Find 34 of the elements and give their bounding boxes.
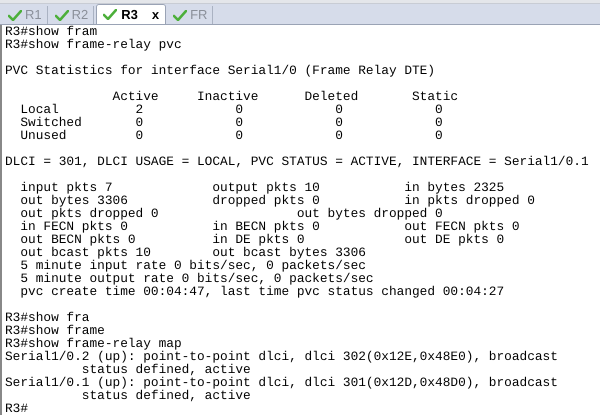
tab[interactable]: R1 <box>3 6 48 24</box>
terminal-line: in FECN pkts 0 in BECN pkts 0 out FECN pkts 0 <box>19 220 520 233</box>
terminal-line: 5 minute input rate 0 bits/sec, 0 packets/sec <box>19 259 366 272</box>
terminal-line: status defined, active <box>82 363 251 376</box>
terminal-line: Unused 0 0 0 0 <box>19 129 443 142</box>
terminal-line: R3#show frame-relay map <box>5 337 182 350</box>
terminal-line: Serial1/0.2 (up): point-to-point dlci, dlci 302(0x12E,0x48E0), broadcast <box>5 350 558 363</box>
terminal-line: out pkts dropped 0 out bytes dropped 0 <box>19 207 443 220</box>
terminal-line: Switched 0 0 0 0 <box>19 116 443 129</box>
close-icon[interactable]: x <box>152 4 160 24</box>
tab[interactable]: R3 x <box>96 4 166 24</box>
check-icon <box>54 10 69 20</box>
terminal-line: DLCI = 301, DLCI USAGE = LOCAL, PVC STATUS = ACTIVE, INTERFACE = Serial1/0.1 <box>5 155 589 168</box>
terminal-line: status defined, active <box>80 389 251 402</box>
terminal-line: R3#show fram <box>5 25 98 38</box>
terminal-line: input pkts 7 output pkts 10 in bytes 2325 <box>19 181 504 194</box>
terminal-line: R3# <box>5 402 28 415</box>
terminal-line: R3#show frame-relay pvc <box>5 38 182 51</box>
terminal-line: out bcast pkts 10 out bcast bytes 3306 <box>19 246 366 259</box>
terminal-line: pvc create time 00:04:47, last time pvc status changed 00:04:27 <box>19 285 504 298</box>
terminal-line: out BECN pkts 0 in DE pkts 0 out DE pkts 0 <box>19 233 504 246</box>
terminal-line: R3#show fra <box>5 311 90 324</box>
check-icon <box>173 10 188 20</box>
terminal-line: 5 minute output rate 0 bits/sec, 0 packets/sec <box>19 272 374 285</box>
terminal-line: out bytes 3306 dropped pkts 0 in pkts dropped 0 <box>19 194 535 207</box>
terminal-line: Active Inactive Deleted Static <box>112 90 458 103</box>
check-icon <box>103 9 118 20</box>
terminal-line: R3#show frame <box>5 324 105 337</box>
terminal-line: Local 2 0 0 0 <box>19 103 443 116</box>
tab[interactable]: FR <box>168 6 214 24</box>
check-icon <box>8 10 22 20</box>
tab[interactable]: R2 <box>50 6 94 24</box>
terminal-line: Serial1/0.1 (up): point-to-point dlci, dlci 301(0x12D,0x48D0), broadcast <box>5 376 558 389</box>
terminal-line: PVC Statistics for interface Serial1/0 (Frame Relay DTE) <box>5 64 436 77</box>
